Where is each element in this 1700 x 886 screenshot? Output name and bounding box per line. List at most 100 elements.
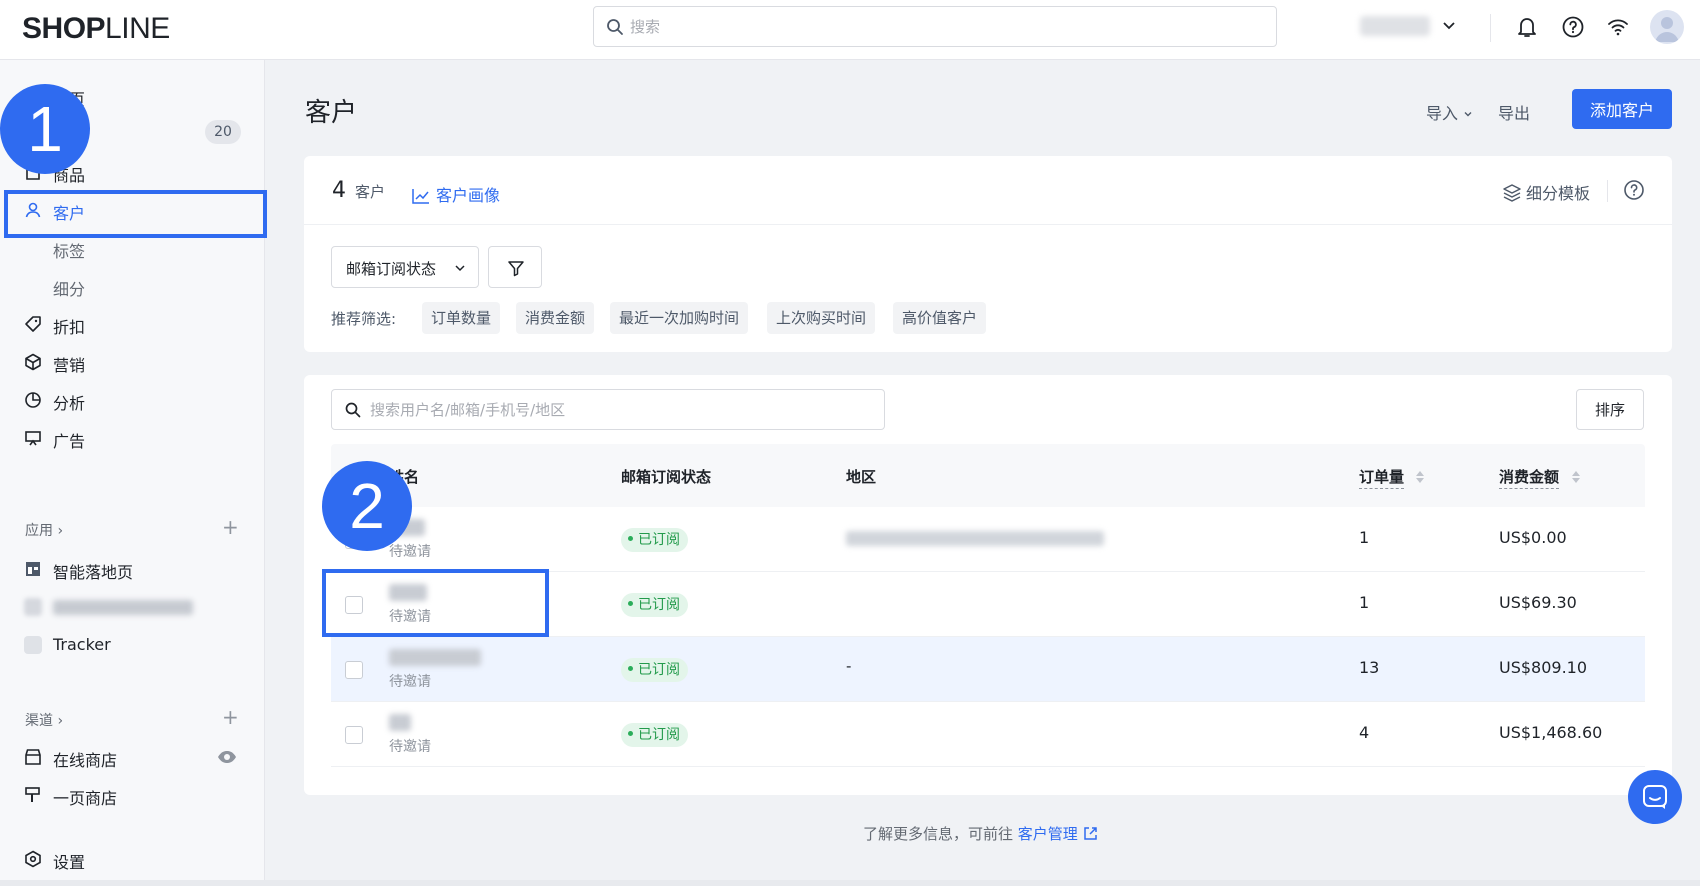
apps-group-title[interactable]: 应用 ›: [25, 520, 63, 540]
table-row[interactable]: 待邀请 已订阅 1 US$0.00: [331, 507, 1645, 572]
sidebar-item-label: 在线商店: [53, 751, 118, 770]
sidebar-item-online-store[interactable]: 在线商店: [0, 738, 265, 776]
store-icon: [25, 749, 41, 765]
table-header: 姓名 邮箱订阅状态 地区 订单量 消费金额: [331, 444, 1645, 507]
sidebar-item-label: 设置: [53, 853, 86, 872]
app-icon: [24, 598, 42, 616]
brush-icon: [25, 787, 40, 802]
footer-note: 了解更多信息，可前往 客户管理: [863, 823, 1098, 844]
spend-amount: US$0.00: [1499, 528, 1567, 547]
store-name[interactable]: [1360, 16, 1430, 36]
subscription-badge: 已订阅: [621, 593, 688, 617]
search-icon: [607, 19, 623, 35]
sidebar-item-label: Tracker: [53, 635, 111, 654]
sidebar-item-label: 细分: [53, 280, 86, 299]
region-blurred: [846, 531, 1104, 546]
external-link-icon: [1083, 827, 1097, 840]
filter-chip-last-purchase[interactable]: 上次购买时间: [767, 302, 876, 334]
sidebar-item-label: 广告: [53, 432, 86, 451]
layout-icon: [26, 562, 40, 576]
shopline-logo[interactable]: SHOPLINE: [22, 12, 170, 46]
sidebar-item-marketing[interactable]: 营销: [0, 343, 265, 381]
wifi-icon[interactable]: [1605, 14, 1631, 40]
customer-portrait-link[interactable]: 客户画像: [412, 182, 500, 206]
invite-status: 待邀请: [389, 739, 431, 755]
sort-button[interactable]: 排序: [1576, 389, 1644, 430]
sidebar-item-app-blurred[interactable]: [0, 588, 265, 626]
recommended-filters-label: 推荐筛选:: [331, 310, 397, 328]
sort-icon[interactable]: [1571, 470, 1581, 484]
add-app-icon[interactable]: +: [222, 515, 239, 539]
global-search[interactable]: [593, 6, 1277, 47]
sidebar-item-landing-page[interactable]: 智能落地页: [0, 550, 265, 588]
filter-chip-spend-amount[interactable]: 消费金额: [516, 302, 595, 334]
filter-chip-high-value[interactable]: 高价值客户: [893, 302, 987, 334]
help-icon[interactable]: [1622, 178, 1646, 202]
chat-icon: [1643, 785, 1667, 809]
spend-amount: US$809.10: [1499, 658, 1588, 677]
bell-icon[interactable]: [1514, 14, 1540, 40]
order-count: 1: [1359, 593, 1370, 612]
sidebar-item-settings[interactable]: 设置: [0, 840, 265, 878]
sidebar-item-one-page-store[interactable]: 一页商店: [0, 776, 265, 814]
invite-status: 待邀请: [389, 544, 431, 560]
global-search-input[interactable]: [630, 15, 1250, 39]
sidebar-item-segments[interactable]: 细分: [0, 267, 265, 305]
top-bar: SHOPLINE: [0, 0, 1700, 60]
table-row[interactable]: 待邀请 已订阅 - 13 US$809.10: [331, 637, 1645, 702]
customer-count: 4 客户: [332, 178, 386, 203]
subscription-badge: 已订阅: [621, 723, 688, 747]
line-chart-icon: [412, 189, 429, 204]
sidebar-item-ads[interactable]: 广告: [0, 419, 265, 457]
table-row[interactable]: 待邀请 已订阅 4 US$1,468.60: [331, 702, 1645, 767]
divider: [1607, 180, 1608, 202]
email-subscription-select[interactable]: 邮箱订阅状态: [331, 246, 479, 288]
box-icon: [25, 353, 41, 371]
tracker-icon: [24, 636, 42, 654]
chat-support-button[interactable]: [1628, 770, 1682, 824]
eye-icon[interactable]: [217, 749, 237, 765]
customer-search[interactable]: [331, 389, 885, 430]
sidebar-item-label: 智能落地页: [53, 563, 134, 582]
row-checkbox[interactable]: [345, 661, 363, 679]
app-label-blurred: [53, 600, 193, 615]
sidebar-item-label: 一页商店: [53, 789, 118, 808]
divider: [304, 224, 1672, 225]
sidebar-item-tracker[interactable]: Tracker: [0, 626, 265, 664]
customer-name-blurred: [389, 714, 411, 731]
summary-filter-card: 4 客户 客户画像 细分模板 邮箱订阅状态 推荐筛选: 订单数量 消费金额 最近…: [304, 156, 1672, 352]
filter-icon: [508, 261, 524, 277]
sidebar-item-discounts[interactable]: 折扣: [0, 305, 265, 343]
add-channel-icon[interactable]: +: [222, 705, 239, 729]
order-count: 13: [1359, 658, 1380, 677]
channels-group-title[interactable]: 渠道 ›: [25, 710, 63, 730]
highlight-box-row-checkbox: [322, 569, 549, 637]
avatar[interactable]: [1650, 10, 1684, 44]
sort-icon[interactable]: [1415, 470, 1425, 484]
customer-management-link[interactable]: 客户管理: [1018, 825, 1098, 843]
row-checkbox[interactable]: [345, 726, 363, 744]
filter-chip-order-count[interactable]: 订单数量: [422, 302, 501, 334]
filter-chip-last-add-to-cart[interactable]: 最近一次加购时间: [610, 302, 749, 334]
page-title: 客户: [305, 98, 358, 128]
sidebar-item-analytics[interactable]: 分析: [0, 381, 265, 419]
add-customer-button[interactable]: 添加客户: [1572, 89, 1672, 129]
column-spend[interactable]: 消费金额: [1499, 466, 1560, 489]
chevron-down-icon[interactable]: [1440, 16, 1458, 34]
column-orders[interactable]: 订单量: [1359, 466, 1405, 489]
import-button[interactable]: 导入: [1426, 100, 1473, 124]
filter-button[interactable]: [488, 246, 542, 288]
sidebar-item-label: 分析: [53, 394, 86, 413]
step-marker-1: 1: [0, 84, 90, 174]
chevron-down-icon: [455, 265, 465, 272]
highlight-box-customers: [4, 190, 267, 238]
help-icon[interactable]: [1560, 14, 1586, 40]
segment-template-button[interactable]: 细分模板: [1502, 180, 1590, 204]
region-value: -: [846, 657, 852, 675]
column-email-subscription: 邮箱订阅状态: [621, 468, 712, 486]
divider: [0, 880, 1700, 886]
order-count: 4: [1359, 723, 1370, 742]
export-button[interactable]: 导出: [1498, 100, 1530, 124]
customer-search-input[interactable]: [370, 398, 870, 422]
sidebar-item-label: 折扣: [53, 318, 86, 337]
